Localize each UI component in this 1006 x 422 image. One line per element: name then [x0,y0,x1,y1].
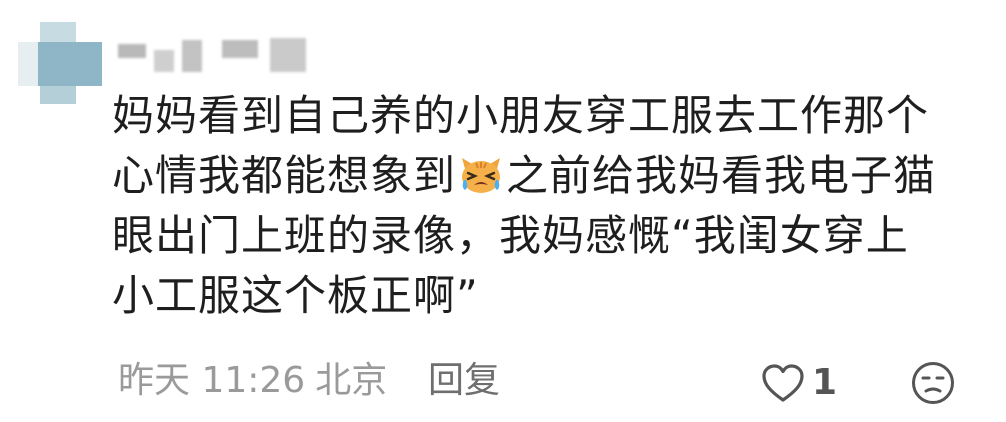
username-block [270,38,306,72]
avatar[interactable] [18,22,102,106]
comment-line: 眼出门上班的录像，我妈感慨“我闺女穿上 [112,211,909,260]
username-block [222,40,258,58]
comment-line-part: 心情我都能想象到 [112,151,457,200]
username-blurred[interactable] [118,36,308,78]
comment-line: 小工服这个板正啊” [112,271,479,320]
comment-line: 妈妈看到自己养的小朋友穿工服去工作那个 [112,91,930,140]
crying-cat-emoji-icon [458,152,504,196]
heart-icon [762,364,804,402]
avatar-block [38,42,102,86]
like-count: 1 [812,362,838,403]
avatar-block [18,42,38,86]
username-block [118,44,146,58]
avatar-block [40,22,76,42]
username-block [182,40,202,72]
comment-line: 心情我都能想象到 之前给我妈看我电子猫 [112,146,942,206]
comment-line-part: 之前给我妈看我电子猫 [506,151,937,200]
comment-location: 北京 [315,360,388,401]
comment-text: 妈妈看到自己养的小朋友穿工服去工作那个 心情我都能想象到 之前给我妈看我电子猫 … [112,86,942,326]
comment-time: 昨天 11:26 [118,360,306,401]
comment-item: 妈妈看到自己养的小朋友穿工服去工作那个 心情我都能想象到 之前给我妈看我电子猫 … [0,0,1006,422]
dislike-button[interactable] [910,360,956,406]
reply-button[interactable]: 回复 [428,358,500,404]
comment-meta: 昨天 11:26 北京 [118,358,387,404]
username-block [154,50,174,72]
unamused-face-icon [912,362,954,404]
avatar-block [40,86,76,104]
like-button[interactable]: 1 [760,360,837,406]
